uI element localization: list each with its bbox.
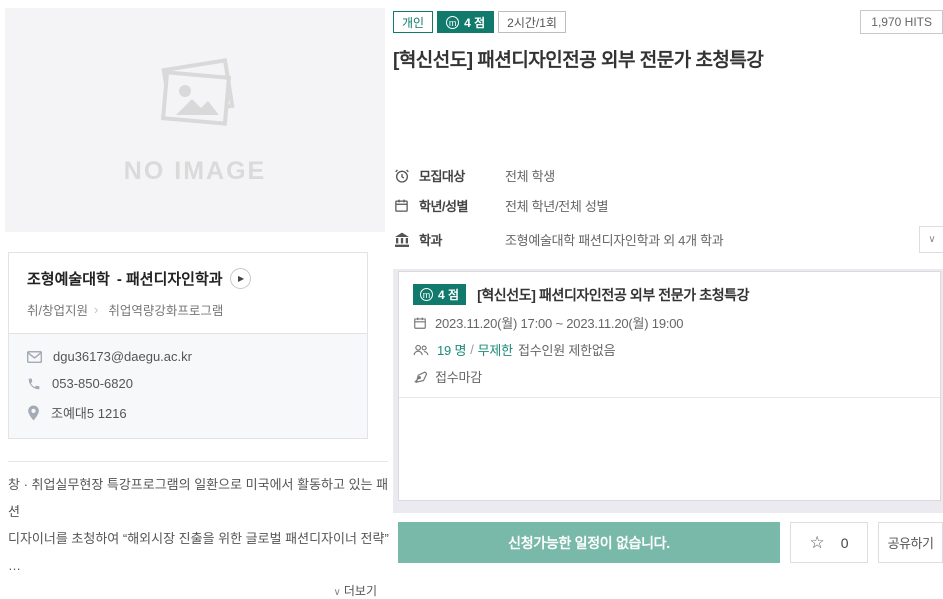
calendar-icon (393, 198, 410, 213)
people-icon (413, 343, 429, 357)
department-card-top: 조형예술대학 - 패션디자인학과 ▶ 취/창업지원 › 취업역량강화프로그램 (9, 253, 367, 333)
capacity-limit: 무제한 (478, 340, 513, 359)
badge-row: 개인 m 4 점 2시간/1회 1,970 HITS (393, 10, 943, 34)
share-button[interactable]: 공유하기 (878, 522, 943, 563)
location-pin-icon (27, 405, 40, 421)
info-label-department: 학과 (419, 230, 505, 249)
chevron-down-icon: ∨ (334, 587, 341, 598)
description-line-1: 창 · 취업실무현장 특강프로그램의 일환으로 미국에서 활동하고 있는 패션 (8, 471, 390, 525)
department-name: - 패션디자인학과 (117, 268, 223, 289)
schedule-mileage-label: 4 점 (438, 286, 459, 303)
contact-phone-row: 053-850-6820 (27, 376, 349, 391)
info-label-grade-gender: 학년/성별 (419, 196, 505, 215)
department-card: 조형예술대학 - 패션디자인학과 ▶ 취/창업지원 › 취업역량강화프로그램 d… (8, 252, 368, 439)
info-row-target: 모집대상 전체 학생 (393, 166, 943, 185)
chevron-right-icon: › (94, 302, 98, 317)
breadcrumb-category[interactable]: 취/창업지원 (27, 300, 88, 319)
alarm-clock-icon (393, 168, 410, 184)
duration-badge: 2시간/1회 (498, 11, 566, 33)
department-contacts: dgu36173@daegu.ac.kr 053-850-6820 조예대5 1… (9, 333, 367, 438)
share-button-label: 공유하기 (888, 533, 934, 552)
contact-email-row: dgu36173@daegu.ac.kr (27, 349, 349, 364)
info-label-target: 모집대상 (419, 166, 505, 185)
schedule-item-header: m 4 점 [혁신선도] 패션디자인전공 외부 전문가 초청특강 (413, 284, 926, 305)
hits-counter: 1,970 HITS (860, 10, 943, 34)
right-column: 개인 m 4 점 2시간/1회 1,970 HITS [혁신선도] 패션디자인전… (393, 8, 943, 599)
schedule-empty-area (399, 398, 940, 500)
calendar-icon (413, 316, 427, 330)
personal-badge-label: 개인 (402, 14, 424, 31)
no-image-label: NO IMAGE (124, 157, 266, 186)
show-more-link[interactable]: ∨더보기 (5, 582, 385, 599)
action-footer: 신청가능한 일정이 없습니다. ☆ 0 공유하기 (393, 522, 943, 563)
phone-icon (27, 377, 41, 391)
info-value-target: 전체 학생 (505, 166, 555, 185)
schedule-list-container: m 4 점 [혁신선도] 패션디자인전공 외부 전문가 초청특강 2023.11… (393, 269, 943, 513)
mileage-m-icon: m (420, 288, 433, 301)
breadcrumb-program[interactable]: 취업역량강화프로그램 (108, 300, 223, 319)
page-title: [혁신선도] 패션디자인전공 외부 전문가 초청특강 (393, 45, 943, 72)
personal-badge: 개인 (393, 11, 433, 33)
department-expand-button[interactable]: ∨ (919, 226, 943, 253)
program-detail-page: NO IMAGE 조형예술대학 - 패션디자인학과 ▶ 취/창업지원 › 취업역… (0, 0, 943, 599)
show-more-label: 더보기 (344, 584, 377, 598)
mileage-badge: m 4 점 (437, 11, 494, 33)
applicant-count: 19 명 (437, 340, 466, 359)
college-name: 조형예술대학 (27, 268, 110, 289)
department-title: 조형예술대학 - 패션디자인학과 ▶ (27, 268, 349, 289)
info-value-grade-gender: 전체 학년/전체 성별 (505, 196, 608, 215)
schedule-mileage-badge: m 4 점 (413, 284, 466, 305)
schedule-card: m 4 점 [혁신선도] 패션디자인전공 외부 전문가 초청특강 2023.11… (398, 271, 941, 501)
info-value-department: 조형예술대학 패션디자인학과 외 4개 학과 (505, 230, 723, 249)
bank-icon (393, 232, 410, 248)
left-divider (8, 461, 388, 462)
favorite-count: 0 (841, 535, 849, 551)
contact-location-row: 조예대5 1216 (27, 403, 349, 422)
left-column: NO IMAGE 조형예술대학 - 패션디자인학과 ▶ 취/창업지원 › 취업역… (5, 8, 385, 599)
contact-phone: 053-850-6820 (52, 376, 133, 391)
contact-email: dgu36173@daegu.ac.kr (53, 349, 192, 364)
photo-placeholder-icon (143, 55, 247, 141)
contact-location: 조예대5 1216 (51, 403, 127, 422)
duration-badge-label: 2시간/1회 (507, 14, 557, 31)
schedule-status-row: 접수마감 (413, 367, 926, 386)
no-schedule-button[interactable]: 신청가능한 일정이 없습니다. (398, 522, 780, 563)
play-button[interactable]: ▶ (230, 268, 251, 289)
no-image-placeholder: NO IMAGE (5, 8, 385, 232)
schedule-status: 접수마감 (435, 367, 482, 386)
pen-icon (413, 370, 427, 384)
info-row-department: 학과 조형예술대학 패션디자인학과 외 4개 학과 ∨ (393, 226, 943, 253)
info-rows: 모집대상 전체 학생 학년/성별 전체 학년/전체 성별 학과 조형예술대학 패… (393, 166, 943, 253)
description-line-2: 디자이너를 초청하여 “해외시장 진출을 위한 글로벌 패션디자이너 전략” … (8, 525, 390, 579)
play-icon: ▶ (238, 274, 244, 283)
capacity-note: 접수인원 제한없음 (518, 340, 616, 359)
schedule-item: m 4 점 [혁신선도] 패션디자인전공 외부 전문가 초청특강 2023.11… (399, 272, 940, 398)
schedule-item-title: [혁신선도] 패션디자인전공 외부 전문가 초청특강 (477, 285, 749, 305)
schedule-date: 2023.11.20(월) 17:00 ~ 2023.11.20(월) 19:0… (435, 313, 683, 332)
favorite-button[interactable]: ☆ 0 (790, 522, 868, 563)
breadcrumb: 취/창업지원 › 취업역량강화프로그램 (27, 300, 349, 319)
schedule-date-row: 2023.11.20(월) 17:00 ~ 2023.11.20(월) 19:0… (413, 313, 926, 332)
chevron-down-icon: ∨ (928, 234, 935, 245)
capacity-separator: / (470, 342, 473, 357)
mileage-badge-label: 4 점 (464, 14, 485, 31)
info-row-grade-gender: 학년/성별 전체 학년/전체 성별 (393, 196, 943, 215)
program-description: 창 · 취업실무현장 특강프로그램의 일환으로 미국에서 활동하고 있는 패션 … (8, 471, 390, 579)
star-icon: ☆ (809, 533, 824, 553)
mail-icon (27, 351, 42, 363)
schedule-capacity-row: 19 명 / 무제한 접수인원 제한없음 (413, 340, 926, 359)
mileage-m-icon: m (446, 16, 459, 29)
